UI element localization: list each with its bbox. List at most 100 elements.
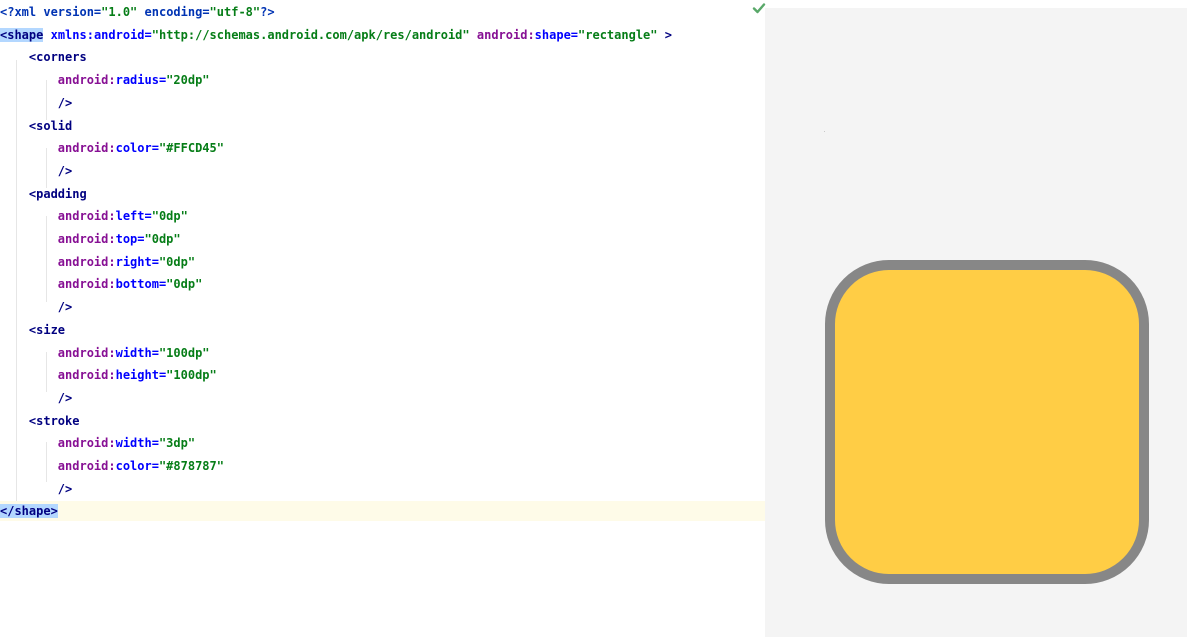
code-line[interactable]: /> [0,93,765,113]
code-token: "3dp" [158,436,196,451]
code-token: android: [57,368,116,383]
code-token: android: [57,436,116,451]
code-token: "0dp" [144,232,181,246]
code-token: xmlns:android= [50,27,152,42]
code-token: shape= [534,27,579,42]
code-token: /> [57,481,73,496]
code-token: "#FFCD45" [158,141,224,156]
code-token: ?> [260,5,275,19]
code-token: /> [57,300,73,315]
code-token: android: [57,254,116,269]
code-token: android: [57,459,116,473]
code-line[interactable]: </shape> [0,501,765,522]
code-token: <shape [0,27,44,42]
code-line[interactable]: android:color="#FFCD45" [0,138,765,158]
code-line[interactable]: android:right="0dp" [0,252,765,272]
code-token: version= [43,5,102,19]
code-token: /> [57,390,73,405]
code-line[interactable]: android:bottom="0dp" [0,274,765,294]
code-token: </shape> [0,504,58,519]
ide-window: <?xml version="1.0" encoding="utf-8"?> <s… [0,0,1187,637]
code-token: "1.0" [101,5,138,19]
preview-artifact [824,131,825,132]
code-token: "0dp" [151,209,188,224]
code-token: "http://schemas.android.com/apk/res/andr… [151,27,470,42]
drawable-preview-panel [765,8,1187,637]
code-token: > [657,27,672,42]
code-token: android: [57,141,116,156]
code-line[interactable]: android:width="3dp" [0,433,765,453]
rounded-rectangle-shape-preview [825,260,1149,584]
code-line[interactable]: <padding [0,184,765,204]
code-token: <?xml [0,5,44,19]
code-token: "100dp" [158,345,210,360]
code-line[interactable]: <stroke [0,411,765,431]
code-token: "utf-8" [209,5,261,19]
code-line[interactable]: <size [0,320,765,340]
code-token: "0dp" [158,254,196,269]
code-token: "100dp" [166,368,217,383]
check-icon[interactable] [752,2,766,14]
code-token: <corners [28,50,87,65]
code-line[interactable]: /> [0,479,765,499]
code-line[interactable]: <shape xmlns:android="http://schemas.and… [0,25,765,45]
code-token: <size [28,322,66,337]
code-token: width= [115,345,159,360]
code-line[interactable]: android:left="0dp" [0,206,765,226]
code-token: radius= [115,73,167,88]
code-token: color= [115,141,159,156]
code-token: bottom= [115,277,167,292]
code-token: <padding [28,186,87,201]
code-line[interactable]: android:radius="20dp" [0,70,765,90]
code-token: width= [115,436,159,451]
code-token: android: [57,232,116,246]
code-line[interactable]: /> [0,161,765,181]
code-token: <solid [28,118,73,133]
code-token: "rectangle" [578,27,658,42]
code-token: android: [57,345,116,360]
code-token: height= [115,368,167,383]
code-line[interactable]: android:height="100dp" [0,365,765,385]
code-token: encoding= [144,5,210,19]
code-token: /> [57,163,73,178]
code-token: color= [115,459,159,473]
code-token: "0dp" [166,277,203,292]
code-line[interactable]: /> [0,388,765,408]
code-line[interactable]: android:color="#878787" [0,456,765,476]
code-token: left= [115,209,152,224]
code-line[interactable]: android:top="0dp" [0,229,765,249]
code-token: /> [57,95,73,110]
code-token: top= [115,232,145,246]
code-line[interactable]: android:width="100dp" [0,343,765,363]
code-line[interactable]: /> [0,297,765,317]
code-token: right= [115,254,159,269]
xml-code-editor[interactable]: <?xml version="1.0" encoding="utf-8"?> <s… [0,0,766,637]
code-line[interactable]: <corners [0,47,765,67]
code-line[interactable]: <?xml version="1.0" encoding="utf-8"?> [0,2,765,22]
code-line[interactable]: <solid [0,116,765,136]
code-token: "#878787" [158,459,224,473]
code-token: android: [57,277,116,292]
